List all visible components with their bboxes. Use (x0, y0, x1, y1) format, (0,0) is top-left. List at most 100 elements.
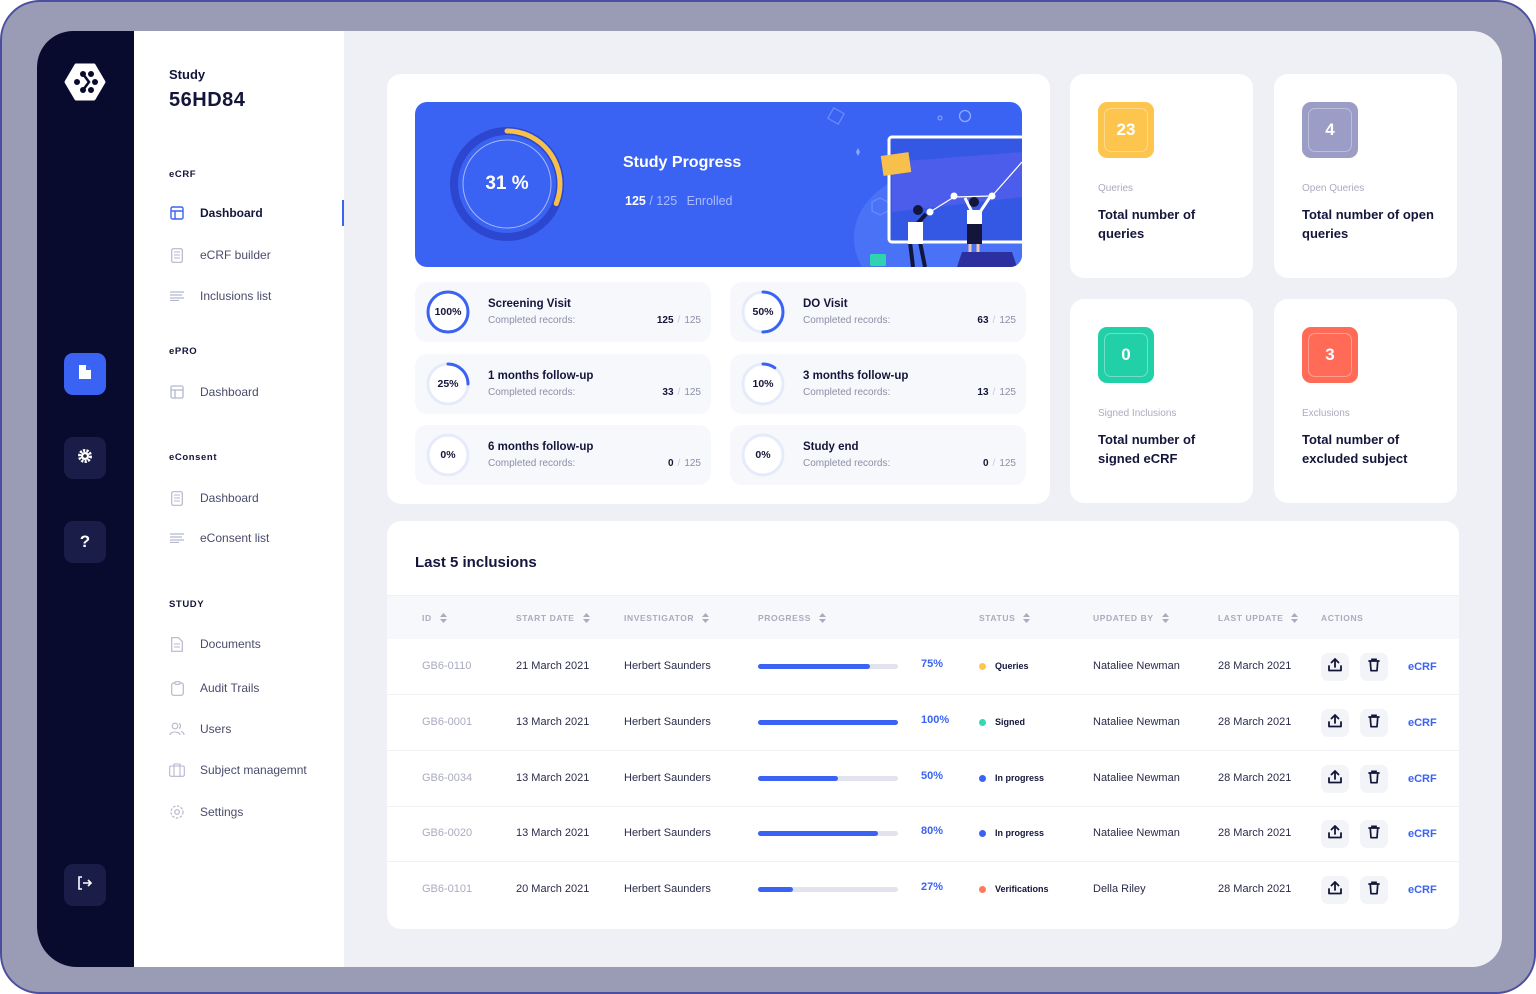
stat-card-queries[interactable]: 23 Queries Total number of queries (1070, 74, 1253, 278)
upload-icon (1328, 713, 1342, 733)
progress-bar-fill (758, 887, 793, 892)
stat-kicker: Queries (1098, 183, 1134, 194)
visit-count: 0/125 (982, 458, 1016, 469)
column-header-start-date[interactable]: START DATE (516, 613, 590, 623)
column-header-status[interactable]: STATUS (979, 613, 1031, 623)
export-button[interactable] (1321, 709, 1349, 737)
visit-card-1-month[interactable]: 25% 1 months follow-up Completed records… (415, 354, 711, 414)
nav-item-econsent-list[interactable]: eConsent list (169, 526, 344, 550)
device-frame: ? Study 56HD84 eCRF Dashboard eCRF build… (0, 0, 1536, 994)
stat-card-open-queries[interactable]: 4 Open Queries Total number of open quer… (1274, 74, 1457, 278)
cell-updated-by: Nataliee Newman (1093, 660, 1180, 672)
table-row[interactable]: GB6-0034 13 March 2021 Herbert Saunders … (387, 751, 1459, 807)
rail-documents-button[interactable] (64, 353, 106, 395)
study-progress-title: Study Progress (623, 154, 742, 171)
stat-card-exclusions[interactable]: 3 Exclusions Total number of excluded su… (1274, 299, 1457, 503)
export-button[interactable] (1321, 765, 1349, 793)
delete-button[interactable] (1360, 709, 1388, 737)
status-dot (979, 662, 986, 670)
status-badge: In progress (979, 773, 1044, 783)
status-dot (979, 774, 986, 782)
rail-help-button[interactable]: ? (64, 521, 106, 563)
form-icon (169, 247, 185, 263)
gear-icon (77, 448, 93, 469)
nav-item-audit-trails[interactable]: Audit Trails (169, 676, 344, 700)
nav-item-econsent-dashboard[interactable]: Dashboard (169, 486, 344, 510)
export-button[interactable] (1321, 876, 1349, 904)
status-badge: Signed (979, 717, 1025, 727)
stat-badge: 23 (1098, 102, 1154, 158)
delete-button[interactable] (1360, 653, 1388, 681)
nav-item-inclusions-list[interactable]: Inclusions list (169, 284, 344, 308)
visit-card-screening[interactable]: 100% Screening Visit Completed records: … (415, 282, 711, 342)
visit-subtitle: Completed records: (488, 315, 576, 326)
nav-item-epro-dashboard[interactable]: Dashboard (169, 380, 344, 404)
visit-card-study-end[interactable]: 0% Study end Completed records: 0/125 (730, 425, 1026, 485)
cell-start-date: 13 March 2021 (516, 772, 590, 784)
nav-item-documents[interactable]: Documents (169, 632, 344, 656)
progress-percent: 80% (921, 825, 944, 837)
study-label: Study (169, 67, 206, 82)
column-header-last-update[interactable]: LAST UPDATE (1218, 613, 1299, 623)
visit-subtitle: Completed records: (803, 315, 891, 326)
visit-card-3-month[interactable]: 10% 3 months follow-up Completed records… (730, 354, 1026, 414)
visit-subtitle: Completed records: (803, 387, 891, 398)
cell-last-update: 28 March 2021 (1218, 827, 1292, 839)
visit-card-do[interactable]: 50% DO Visit Completed records: 63/125 (730, 282, 1026, 342)
column-header-id[interactable]: ID (422, 613, 447, 623)
visit-total: 125 (684, 315, 701, 326)
stat-value: 4 (1308, 108, 1352, 152)
nav-item-subject-management[interactable]: Subject managemnt (169, 758, 344, 782)
column-header-progress[interactable]: PROGRESS (758, 613, 826, 623)
table-row[interactable]: GB6-0001 13 March 2021 Herbert Saunders … (387, 695, 1459, 751)
trash-icon (1368, 880, 1380, 900)
progress-bar-fill (758, 720, 898, 725)
briefcase-icon (169, 762, 185, 778)
column-header-updated-by[interactable]: UPDATED BY (1093, 613, 1169, 623)
cell-investigator: Herbert Saunders (624, 716, 711, 728)
sort-icon (1161, 613, 1169, 623)
ecrf-link[interactable]: eCRF (1408, 828, 1437, 840)
stat-card-signed-inclusions[interactable]: 0 Signed Inclusions Total number of sign… (1070, 299, 1253, 503)
visit-card-6-month[interactable]: 0% 6 months follow-up Completed records:… (415, 425, 711, 485)
inclusions-table-card: Last 5 inclusions ID START DATE INVESTIG… (387, 521, 1459, 929)
study-id: 56HD84 (169, 89, 246, 111)
nav-item-ecrf-dashboard[interactable]: Dashboard (169, 201, 344, 225)
table-row[interactable]: GB6-0110 21 March 2021 Herbert Saunders … (387, 639, 1459, 695)
ecrf-link[interactable]: eCRF (1408, 884, 1437, 896)
nav-item-settings[interactable]: Settings (169, 800, 344, 824)
nav-item-label: eConsent list (200, 531, 270, 545)
delete-button[interactable] (1360, 876, 1388, 904)
enrolled-total: 125 (656, 194, 678, 208)
export-button[interactable] (1321, 653, 1349, 681)
column-header-investigator[interactable]: INVESTIGATOR (624, 613, 710, 623)
delete-button[interactable] (1360, 820, 1388, 848)
nav-item-ecrf-builder[interactable]: eCRF builder (169, 243, 344, 267)
visit-done: 0 (667, 458, 674, 469)
delete-button[interactable] (1360, 765, 1388, 793)
form-icon (169, 490, 185, 506)
visit-count: 63/125 (977, 315, 1016, 326)
nav-item-label: Subject managemnt (200, 763, 307, 777)
export-button[interactable] (1321, 820, 1349, 848)
visit-name: 6 months follow-up (488, 441, 594, 453)
stat-description: Total number of excluded subject (1302, 432, 1408, 466)
table-row[interactable]: GB6-0020 13 March 2021 Herbert Saunders … (387, 806, 1459, 862)
nav-item-users[interactable]: Users (169, 717, 344, 741)
ecrf-link[interactable]: eCRF (1408, 717, 1437, 729)
stat-kicker: Open Queries (1302, 183, 1365, 194)
rail-settings-button[interactable] (64, 437, 106, 479)
nav-item-label: Documents (200, 637, 261, 651)
visit-total: 125 (999, 315, 1016, 326)
cell-start-date: 13 March 2021 (516, 716, 590, 728)
table-row[interactable]: GB6-0101 20 March 2021 Herbert Saunders … (387, 862, 1459, 918)
progress-bar-fill (758, 776, 838, 781)
ecrf-link[interactable]: eCRF (1408, 661, 1437, 673)
cell-investigator: Herbert Saunders (624, 827, 711, 839)
ecrf-link[interactable]: eCRF (1408, 773, 1437, 785)
rail-logout-button[interactable] (64, 864, 106, 906)
cell-last-update: 28 March 2021 (1218, 772, 1292, 784)
status-badge: Queries (979, 661, 1029, 671)
sort-icon (582, 613, 590, 623)
visit-count: 0/125 (667, 458, 701, 469)
